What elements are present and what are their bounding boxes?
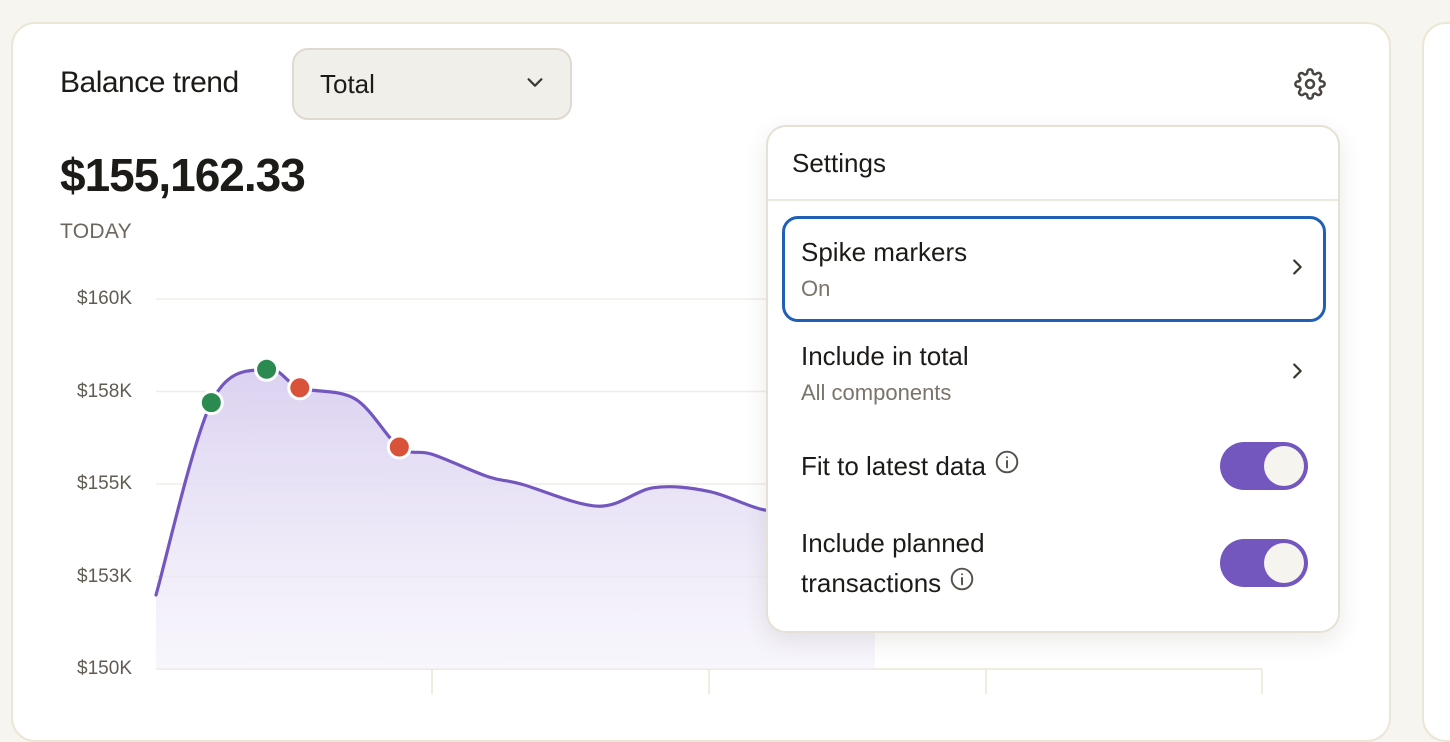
toggle-label-text: Include planned xyxy=(801,527,985,558)
info-icon[interactable] xyxy=(949,563,975,603)
menu-item-title: Spike markers xyxy=(801,236,968,267)
toggle-label-text: transactions xyxy=(801,567,942,598)
menu-item-spike-markers[interactable]: Spike markers On xyxy=(782,216,1326,322)
toggle-knob xyxy=(1264,446,1304,486)
settings-menu-title: Settings xyxy=(768,127,1338,201)
fit-latest-toggle[interactable] xyxy=(1220,442,1308,490)
menu-item-title: Include in total xyxy=(801,340,969,371)
toggle-label-text: Fit to latest data xyxy=(801,450,986,481)
info-icon[interactable] xyxy=(994,446,1020,486)
menu-item-value: All components xyxy=(801,379,952,405)
spike-marker-gain[interactable] xyxy=(198,390,224,416)
spike-marker-loss[interactable] xyxy=(386,434,412,460)
toggle-knob xyxy=(1264,543,1304,583)
settings-menu: Settings Spike markers On Include in tot… xyxy=(766,125,1340,633)
toggle-row-planned: Include planned transactions xyxy=(782,517,1326,609)
menu-item-include-in-total[interactable]: Include in total All components xyxy=(782,323,1326,423)
toggle-label: Include planned transactions xyxy=(801,523,985,603)
toggle-row-fit-latest: Fit to latest data xyxy=(782,431,1326,501)
spike-marker-gain[interactable] xyxy=(254,356,280,382)
planned-transactions-toggle[interactable] xyxy=(1220,539,1308,587)
chevron-right-icon xyxy=(1286,360,1308,387)
spike-marker-loss[interactable] xyxy=(287,375,313,401)
chevron-right-icon xyxy=(1286,256,1308,283)
toggle-label: Fit to latest data xyxy=(801,446,1020,486)
menu-item-value: On xyxy=(801,275,831,301)
